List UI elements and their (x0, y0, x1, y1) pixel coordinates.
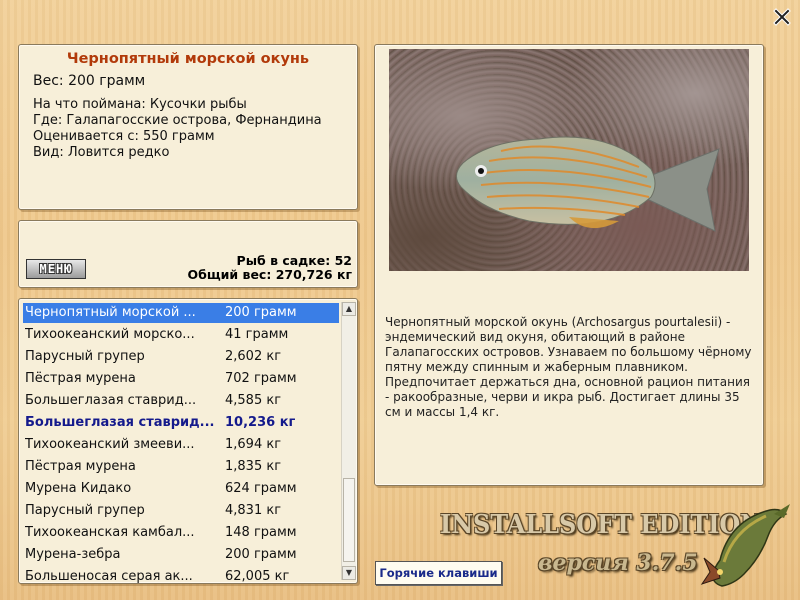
catch-fish-name: Парусный групер (25, 503, 145, 518)
catch-fish-weight: 4,585 кг (225, 393, 282, 408)
value-info: Оценивается с: 550 грамм (33, 129, 215, 144)
catch-list-row[interactable]: Тихоокеанская камбал... 148 грамм (23, 523, 339, 543)
close-icon (773, 8, 791, 26)
fish-photo (389, 49, 749, 271)
catch-fish-weight: 200 грамм (225, 305, 297, 320)
scroll-up-button[interactable]: ▲ (342, 302, 356, 316)
list-scrollbar[interactable]: ▲ ▼ (341, 302, 356, 580)
catch-fish-name: Парусный групер (25, 349, 145, 364)
fish-description: Чернопятный морской окунь (Archosargus p… (385, 315, 752, 419)
catch-list-row[interactable]: Тихоокеанский морско... 41 грамм (23, 325, 339, 345)
location-info: Где: Галапагосские острова, Фернандина (33, 113, 322, 128)
stats-panel: МЕНЮ Рыб в садке: 52 Общий вес: 270,726 … (18, 220, 358, 288)
catch-fish-name: Большеглазая ставрид... (25, 393, 197, 408)
catch-list-row[interactable]: Мурена-зебра 200 грамм (23, 545, 339, 565)
catch-fish-weight: 702 грамм (225, 371, 297, 386)
version-label: версия 3.7.5 (538, 550, 698, 576)
catch-fish-name: Мурена-зебра (25, 547, 121, 562)
catch-fish-weight: 200 грамм (225, 547, 297, 562)
scroll-down-button[interactable]: ▼ (342, 566, 356, 580)
catch-fish-name: Пёстрая мурена (25, 371, 136, 386)
catch-fish-weight: 62,005 кг (225, 569, 290, 584)
catch-fish-name: Пёстрая мурена (25, 459, 136, 474)
catch-list-row[interactable]: Мурена Кидако 624 грамм (23, 479, 339, 499)
catch-list-row[interactable]: Пёстрая мурена 1,835 кг (23, 457, 339, 477)
bait-info: На что поймана: Кусочки рыбы (33, 97, 247, 112)
catch-fish-name: Большеглазая ставрид... (25, 415, 215, 430)
menu-button[interactable]: МЕНЮ (26, 259, 86, 279)
catch-fish-weight: 4,831 кг (225, 503, 282, 518)
catch-fish-weight: 1,835 кг (225, 459, 282, 474)
fish-title: Чернопятный морской окунь (66, 51, 310, 67)
rarity-info: Вид: Ловится редко (33, 145, 170, 160)
catch-fish-name: Чернопятный морской ... (25, 305, 196, 320)
catch-list-row[interactable]: Тихоокеанский змееви... 1,694 кг (23, 435, 339, 455)
pike-logo-icon (700, 500, 792, 592)
total-weight: Общий вес: 270,726 кг (187, 267, 353, 282)
fish-details-panel: Чернопятный морской окунь (Archosargus p… (374, 44, 764, 486)
catch-fish-name: Тихоокеанская камбал... (25, 525, 195, 540)
catch-list-row[interactable]: Чернопятный морской ... 200 грамм (23, 303, 339, 323)
hotkeys-button[interactable]: Горячие клавиши (375, 561, 502, 585)
catch-list-row[interactable]: Парусный групер 2,602 кг (23, 347, 339, 367)
catch-list-row[interactable]: Пёстрая мурена 702 грамм (23, 369, 339, 389)
catch-fish-weight: 2,602 кг (225, 349, 282, 364)
close-button[interactable] (773, 8, 791, 26)
catch-list-row[interactable]: Большеглазая ставрид... 10,236 кг (23, 413, 339, 433)
catch-fish-weight: 624 грамм (225, 481, 297, 496)
fish-info-panel: Чернопятный морской окунь Вес: 200 грамм… (18, 44, 358, 210)
catch-list-row[interactable]: Большеносая серая ак... 62,005 кг (23, 567, 339, 584)
catch-fish-weight: 1,694 кг (225, 437, 282, 452)
catch-fish-name: Мурена Кидако (25, 481, 132, 496)
catch-fish-name: Тихоокеанский змееви... (25, 437, 195, 452)
catch-list-row[interactable]: Парусный групер 4,831 кг (23, 501, 339, 521)
fish-illustration (456, 136, 720, 232)
catch-fish-name: Тихоокеанский морско... (25, 327, 195, 342)
fish-weight: Вес: 200 грамм (33, 73, 146, 89)
catch-list-row[interactable]: Большеглазая ставрид... 4,585 кг (23, 391, 339, 411)
catch-fish-weight: 10,236 кг (225, 415, 296, 430)
fish-count: Рыб в садке: 52 (236, 253, 352, 268)
scroll-thumb[interactable] (343, 478, 355, 562)
catch-fish-weight: 41 грамм (225, 327, 289, 342)
catch-fish-weight: 148 грамм (225, 525, 297, 540)
catch-fish-name: Большеносая серая ак... (25, 569, 193, 584)
catch-list[interactable]: Чернопятный морской ... 200 грамм Тихоокеа… (18, 298, 358, 584)
